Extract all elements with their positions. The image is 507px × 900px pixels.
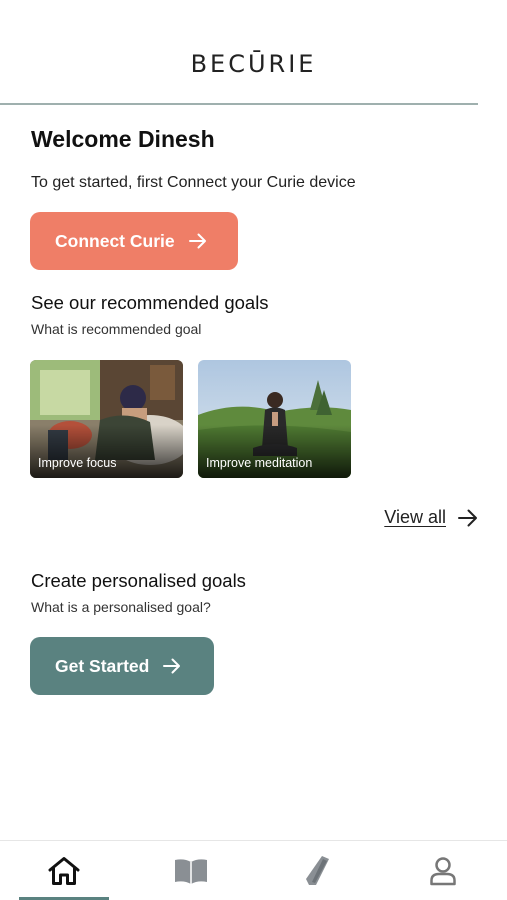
goal-card-label: Improve focus: [38, 456, 117, 470]
app-header: BECŪRIE: [0, 0, 507, 106]
nav-device-tab[interactable]: [272, 841, 362, 900]
header-divider: [0, 103, 478, 105]
connect-curie-label: Connect Curie: [55, 230, 175, 251]
book-icon: [175, 859, 207, 884]
nav-home-tab[interactable]: [19, 841, 109, 900]
get-started-button[interactable]: Get Started: [30, 637, 214, 695]
profile-icon: [430, 857, 456, 886]
recommended-goals-help-link[interactable]: What is recommended goal: [31, 321, 201, 337]
recommended-goals-title: See our recommended goals: [31, 292, 269, 313]
goal-card-improve-meditation[interactable]: Improve meditation: [198, 360, 351, 478]
app-logo: BECŪRIE: [190, 50, 317, 78]
nav-profile-tab[interactable]: [398, 841, 488, 900]
welcome-title: Welcome Dinesh: [31, 126, 215, 152]
goal-card-label: Improve meditation: [206, 456, 313, 470]
view-all-link[interactable]: View all: [384, 507, 478, 528]
personalised-goals-title: Create personalised goals: [31, 570, 246, 591]
nav-library-tab[interactable]: [146, 841, 236, 900]
personalised-goals-help-link[interactable]: What is a personalised goal?: [31, 599, 211, 615]
arrow-right-icon: [163, 658, 181, 674]
bottom-navbar: [0, 840, 507, 900]
connect-curie-button[interactable]: Connect Curie: [30, 212, 238, 270]
home-icon: [48, 857, 80, 885]
welcome-intro: To get started, first Connect your Curie…: [31, 174, 356, 191]
arrow-right-icon: [458, 509, 478, 527]
view-all-label: View all: [384, 507, 446, 527]
get-started-label: Get Started: [55, 655, 150, 676]
device-icon: [306, 856, 329, 885]
goal-card-improve-focus[interactable]: Improve focus: [30, 360, 183, 478]
arrow-right-icon: [188, 233, 207, 249]
